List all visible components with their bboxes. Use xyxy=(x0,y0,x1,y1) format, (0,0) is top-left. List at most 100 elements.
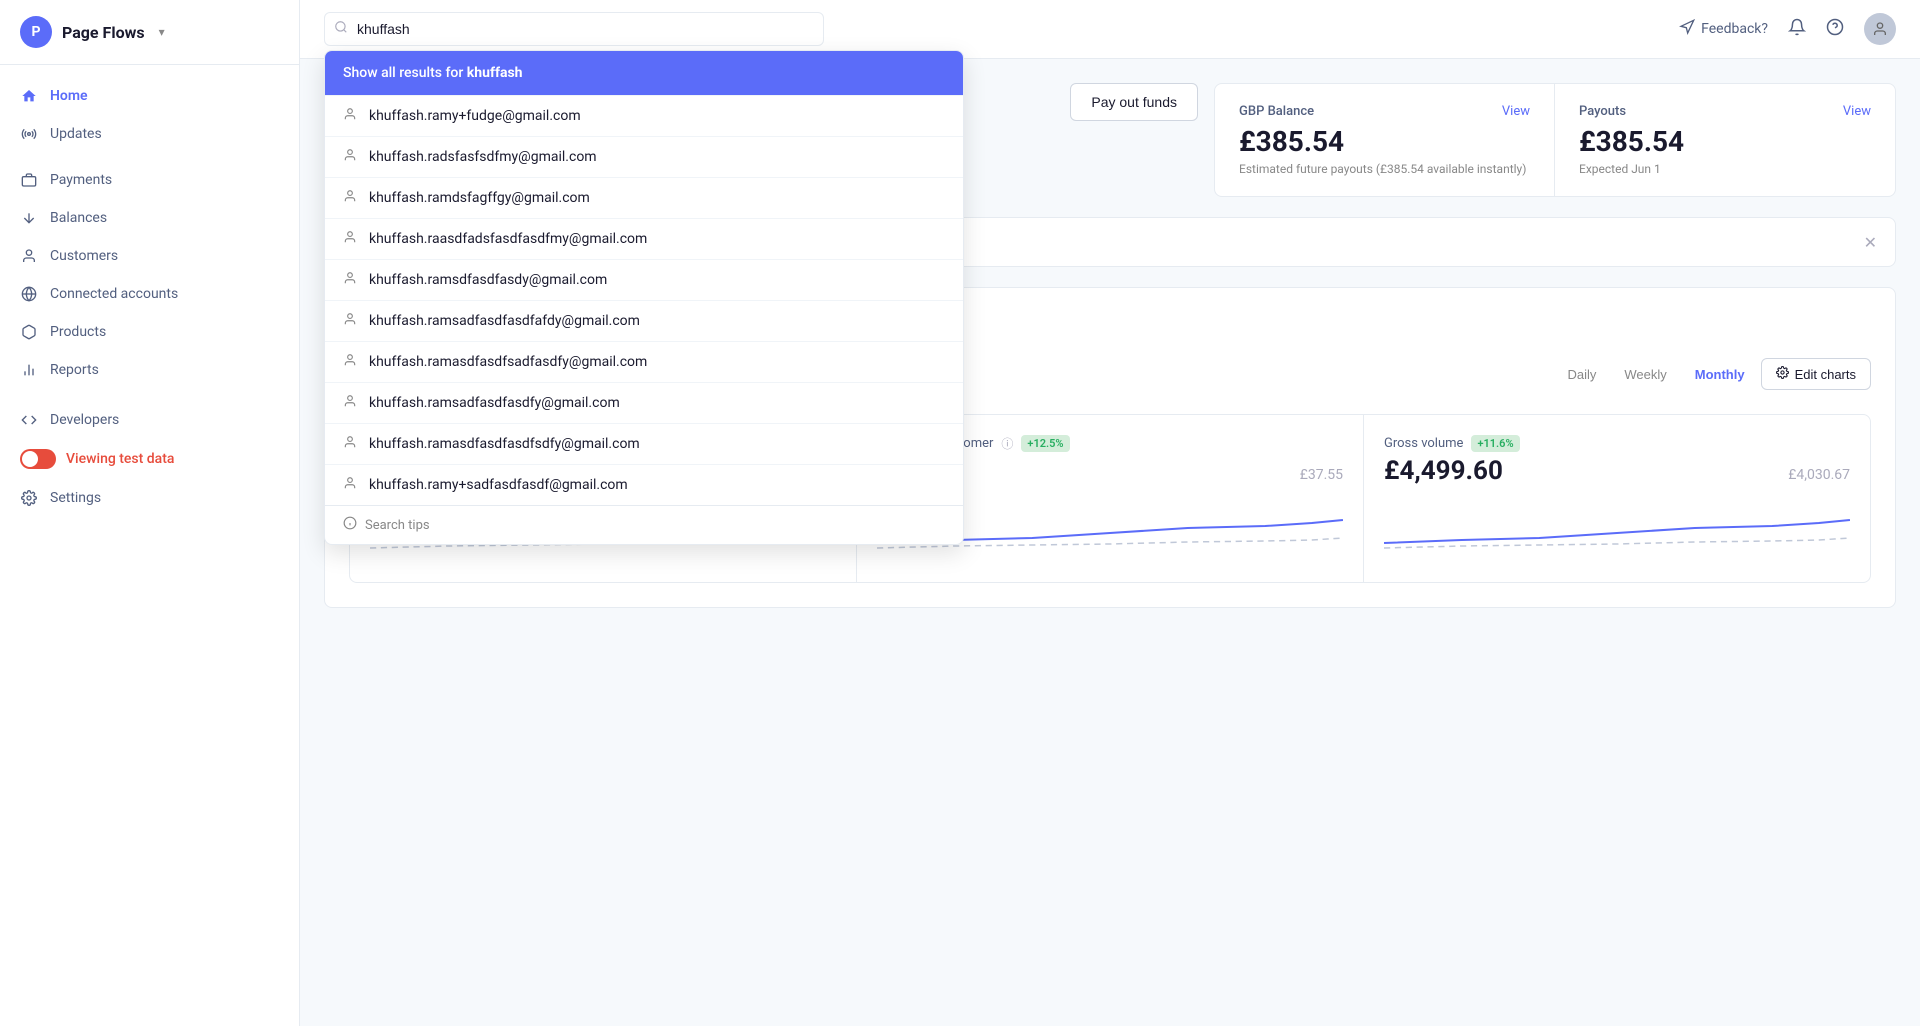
chart-main-value: £4,499.60 xyxy=(1384,456,1503,486)
notification-bell-icon[interactable] xyxy=(1788,18,1806,41)
dropdown-result-item[interactable]: khuffash.ramasdfasdfsadfasdfy@gmail.com xyxy=(325,341,963,382)
result-email: khuffash.ramsdfasdfasdy@gmail.com xyxy=(369,272,607,288)
logo-icon: P xyxy=(20,16,52,48)
chart-card-gross-volume: Gross volume +11.6% £4,499.60 £4,030.67 xyxy=(1364,415,1870,582)
dropdown-result-item[interactable]: khuffash.raasdfadsfasdfasdfmy@gmail.com xyxy=(325,218,963,259)
view-daily-button[interactable]: Daily xyxy=(1555,360,1608,389)
sidebar-logo[interactable]: P Page Flows ▾ xyxy=(0,0,299,65)
dropdown-result-item[interactable]: khuffash.ramy+fudge@gmail.com xyxy=(325,95,963,136)
search-tips-btn[interactable]: Search tips xyxy=(325,505,963,544)
sidebar-item-products-label: Products xyxy=(50,324,106,340)
avatar[interactable] xyxy=(1864,13,1896,45)
sidebar-item-products[interactable]: Products xyxy=(0,313,299,351)
info-circle-icon xyxy=(343,516,357,534)
user-icon xyxy=(343,230,357,248)
sidebar-item-settings-label: Settings xyxy=(50,490,101,506)
payouts-sub: Expected Jun 1 xyxy=(1579,162,1871,176)
pay-out-funds-button[interactable]: Pay out funds xyxy=(1070,83,1198,121)
globe-icon xyxy=(20,285,38,303)
result-email: khuffash.ramsadfasdfasdfy@gmail.com xyxy=(369,395,620,411)
gear-small-icon xyxy=(1776,366,1789,382)
dropdown-result-item[interactable]: khuffash.ramdsfagffgy@gmail.com xyxy=(325,177,963,218)
view-toggle: Daily Weekly Monthly Edit charts xyxy=(1555,358,1871,390)
result-email: khuffash.ramy+sadfasdfasdf@gmail.com xyxy=(369,477,628,493)
gear-icon xyxy=(20,489,38,507)
search-query: khuffash xyxy=(467,65,523,81)
search-tips-label: Search tips xyxy=(365,518,430,533)
sidebar-item-connected[interactable]: Connected accounts xyxy=(0,275,299,313)
show-all-results-btn[interactable]: Show all results for khuffash xyxy=(325,51,963,95)
sidebar-item-connected-label: Connected accounts xyxy=(50,286,178,302)
result-email: khuffash.ramasdfasdfsadfasdfy@gmail.com xyxy=(369,354,647,370)
sidebar-item-customers-label: Customers xyxy=(50,248,118,264)
sidebar-item-customers[interactable]: Customers xyxy=(0,237,299,275)
result-email: khuffash.ramsadfasdfasdfafdy@gmail.com xyxy=(369,313,640,329)
gbp-balance-sub: Estimated future payouts (£385.54 availa… xyxy=(1239,162,1530,176)
gbp-balance-card: GBP Balance View £385.54 Estimated futur… xyxy=(1215,84,1555,196)
user-icon xyxy=(343,476,357,494)
sidebar-item-reports-label: Reports xyxy=(50,362,99,378)
sidebar-item-developers[interactable]: Developers xyxy=(0,401,299,439)
user-icon xyxy=(343,394,357,412)
user-icon xyxy=(343,189,357,207)
payouts-amount: £385.54 xyxy=(1579,125,1871,158)
bar-chart-icon xyxy=(20,361,38,379)
logo-title: Page Flows xyxy=(62,23,145,42)
sidebar-item-payments[interactable]: Payments xyxy=(0,161,299,199)
feedback-button[interactable]: Feedback? xyxy=(1679,19,1768,39)
radio-icon xyxy=(20,125,38,143)
search-dropdown: Show all results for khuffash khuffash.r… xyxy=(324,50,964,545)
dropdown-result-item[interactable]: khuffash.ramy+sadfasdfasdf@gmail.com xyxy=(325,464,963,505)
payouts-view-link[interactable]: View xyxy=(1843,104,1871,119)
toggle-pill-icon xyxy=(20,449,56,469)
gbp-balance-view-link[interactable]: View xyxy=(1502,104,1530,119)
viewing-test-label: Viewing test data xyxy=(66,451,174,467)
sidebar-item-reports[interactable]: Reports xyxy=(0,351,299,389)
dropdown-result-item[interactable]: khuffash.ramsadfasdfasdfy@gmail.com xyxy=(325,382,963,423)
result-email: khuffash.radsfasfsdfmy@gmail.com xyxy=(369,149,597,165)
user-icon xyxy=(343,353,357,371)
sidebar-item-updates[interactable]: Updates xyxy=(0,115,299,153)
feedback-label: Feedback? xyxy=(1701,21,1768,37)
result-email: khuffash.ramdsfagffgy@gmail.com xyxy=(369,190,590,206)
dropdown-result-item[interactable]: khuffash.ramasdfasdfasdfsdfy@gmail.com xyxy=(325,423,963,464)
topbar: Show all results for khuffash khuffash.r… xyxy=(300,0,1920,59)
briefcase-icon xyxy=(20,171,38,189)
dropdown-results: khuffash.ramy+fudge@gmail.com khuffash.r… xyxy=(325,95,963,505)
user-icon xyxy=(343,107,357,125)
edit-charts-button[interactable]: Edit charts xyxy=(1761,358,1871,390)
result-email: khuffash.raasdfadsfasdfasdfmy@gmail.com xyxy=(369,231,647,247)
chart-card-badge: +12.5% xyxy=(1021,435,1069,452)
logo-chevron-icon: ▾ xyxy=(159,25,165,39)
search-container: Show all results for khuffash khuffash.r… xyxy=(324,12,824,46)
result-email: khuffash.ramasdfasdfasdfsdfy@gmail.com xyxy=(369,436,640,452)
sidebar: P Page Flows ▾ Home Updates Payments xyxy=(0,0,300,1026)
sidebar-item-balances[interactable]: Balances xyxy=(0,199,299,237)
main-content: Show all results for khuffash khuffash.r… xyxy=(300,0,1920,1026)
dropdown-result-item[interactable]: khuffash.ramsdfasdfasdy@gmail.com xyxy=(325,259,963,300)
viewing-test-data-toggle[interactable]: Viewing test data xyxy=(0,439,299,479)
person-icon xyxy=(20,247,38,265)
payouts-title: Payouts xyxy=(1579,104,1626,119)
chart-compare-value: £4,030.67 xyxy=(1788,467,1850,483)
gbp-balance-title: GBP Balance xyxy=(1239,104,1314,119)
search-input[interactable] xyxy=(324,12,824,46)
topbar-right: Feedback? xyxy=(1679,13,1896,45)
info-icon[interactable]: ⓘ xyxy=(1001,435,1013,452)
help-icon[interactable] xyxy=(1826,18,1844,41)
chart-card-title: Gross volume xyxy=(1384,436,1463,451)
sidebar-item-settings[interactable]: Settings xyxy=(0,479,299,517)
sidebar-item-balances-label: Balances xyxy=(50,210,107,226)
arrow-down-icon xyxy=(20,209,38,227)
user-icon xyxy=(343,271,357,289)
view-weekly-button[interactable]: Weekly xyxy=(1612,360,1678,389)
user-icon xyxy=(343,435,357,453)
notice-close-button[interactable]: ✕ xyxy=(1864,233,1877,252)
edit-charts-label: Edit charts xyxy=(1795,367,1856,382)
chart-card-badge: +11.6% xyxy=(1471,435,1519,452)
view-monthly-button[interactable]: Monthly xyxy=(1683,360,1757,389)
dropdown-result-item[interactable]: khuffash.ramsadfasdfasdfafdy@gmail.com xyxy=(325,300,963,341)
sidebar-item-home[interactable]: Home xyxy=(0,77,299,115)
dropdown-result-item[interactable]: khuffash.radsfasfsdfmy@gmail.com xyxy=(325,136,963,177)
code-icon xyxy=(20,411,38,429)
